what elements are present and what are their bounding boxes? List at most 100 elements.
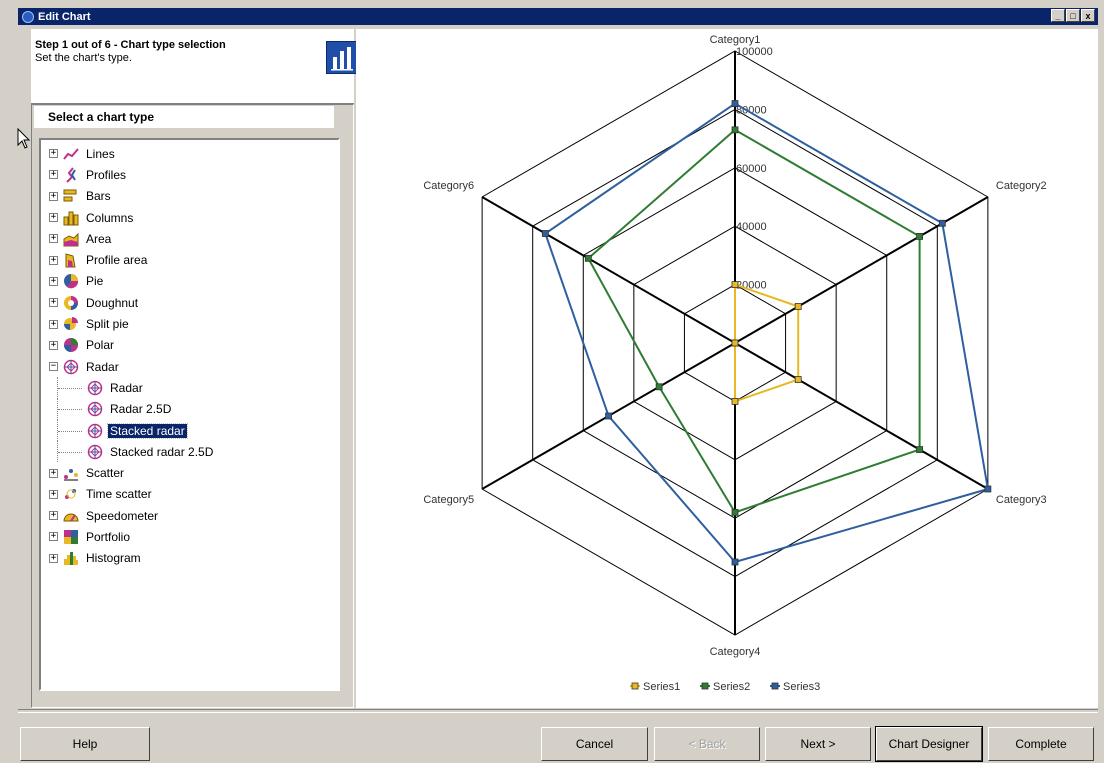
tree-child-item[interactable]: Stacked radar <box>45 419 338 442</box>
step-subtitle: Set the chart's type. <box>35 52 132 64</box>
help-button[interactable]: Help <box>20 727 150 761</box>
expand-icon[interactable]: + <box>49 319 58 329</box>
expand-icon[interactable]: + <box>49 191 58 201</box>
tree-item-label: Portfolio <box>86 529 131 544</box>
axis-spoke <box>734 342 989 490</box>
tree-item[interactable]: + Area <box>45 228 338 249</box>
bars-icon <box>63 188 79 204</box>
expand-icon[interactable]: + <box>49 255 58 265</box>
tree-item[interactable]: + Profiles <box>45 164 338 185</box>
complete-button[interactable]: Complete <box>988 727 1094 761</box>
tree-item[interactable]: + Pie <box>45 271 338 292</box>
profiles-icon <box>63 167 79 183</box>
expand-icon[interactable]: + <box>49 511 58 521</box>
tree-item[interactable]: + Columns <box>45 207 338 228</box>
series-point <box>731 558 739 566</box>
tree-item-label: Stacked radar 2.5D <box>110 444 214 459</box>
expand-icon[interactable]: + <box>49 340 58 350</box>
tree-item-label: Scatter <box>86 466 125 481</box>
tree-item-label: Stacked radar <box>107 422 188 439</box>
series-line <box>734 283 800 403</box>
tree-item[interactable]: + Time scatter <box>45 484 338 505</box>
category-label: Category2 <box>996 180 1047 192</box>
tick-label: 40000 <box>736 221 767 233</box>
category-label: Category1 <box>710 34 761 46</box>
tree-item-label: Area <box>86 231 112 246</box>
pie-icon <box>63 273 79 289</box>
category-label: Category5 <box>423 494 474 506</box>
expand-icon[interactable]: + <box>49 213 58 223</box>
tree-child-item[interactable]: Radar 2.5D <box>45 398 338 420</box>
time-scatter-icon <box>63 486 79 502</box>
series-point <box>794 303 802 310</box>
portfolio-icon <box>63 529 79 545</box>
step-title: Step 1 out of 6 - Chart type selection <box>35 39 226 51</box>
legend-marker <box>771 682 779 690</box>
tree-item[interactable]: − Radar <box>45 356 338 377</box>
chart-preview: 20000 40000 60000 80000 100000 Category1 Categ… <box>356 29 1098 708</box>
tree-item[interactable]: + Portfolio <box>45 526 338 547</box>
series-point <box>916 233 924 240</box>
split-pie-icon <box>63 316 79 332</box>
category-label: Category4 <box>710 646 761 658</box>
expand-icon[interactable]: + <box>49 532 58 542</box>
radar-icon <box>87 380 103 396</box>
tree-item[interactable]: + Polar <box>45 335 338 356</box>
legend-label: Series2 <box>713 681 750 693</box>
series-point <box>584 254 592 262</box>
series-point <box>731 508 739 516</box>
tree-connector-line <box>58 430 82 432</box>
radar-icon <box>87 401 103 417</box>
tree-item[interactable]: + Split pie <box>45 313 338 334</box>
minimize-button[interactable]: _ <box>1051 9 1065 22</box>
cancel-button[interactable]: Cancel <box>541 727 648 761</box>
chart-type-tree[interactable]: + Lines + Profiles + Bars + Columns + Area + Profil… <box>39 138 340 691</box>
tree-connector-line <box>58 451 82 453</box>
expand-icon[interactable]: + <box>49 489 58 499</box>
series-point <box>541 230 549 237</box>
tree-item[interactable]: + Scatter <box>45 462 338 483</box>
speedometer-icon <box>63 508 79 524</box>
next-button[interactable]: Next > <box>765 727 871 761</box>
tree-item-label: Radar 2.5D <box>110 402 172 417</box>
expand-icon[interactable]: + <box>49 149 58 159</box>
tree-child-item[interactable]: Stacked radar 2.5D <box>45 441 338 463</box>
collapse-icon[interactable]: − <box>49 362 58 372</box>
tick-label: 100000 <box>736 46 773 58</box>
maximize-button[interactable]: □ <box>1066 9 1080 22</box>
tree-item-label: Histogram <box>86 551 141 566</box>
tree-item[interactable]: + Profile area <box>45 249 338 270</box>
expand-icon[interactable]: + <box>49 468 58 478</box>
step-header: Step 1 out of 6 - Chart type selection S… <box>31 29 357 104</box>
tree-item[interactable]: + Doughnut <box>45 292 338 313</box>
series-point <box>655 383 663 391</box>
tree-item[interactable]: + Bars <box>45 186 338 207</box>
close-button[interactable]: x <box>1081 9 1095 22</box>
category-label: Category6 <box>423 180 474 192</box>
series-point <box>731 339 739 347</box>
chart-designer-button[interactable]: Chart Designer <box>875 726 983 762</box>
series-point <box>731 100 739 107</box>
histogram-icon <box>63 550 79 566</box>
back-button[interactable]: < Back <box>654 727 760 761</box>
tree-item[interactable]: + Speedometer <box>45 505 338 526</box>
series-point <box>731 397 739 405</box>
tree-child-item[interactable]: Radar <box>45 377 338 399</box>
tree-item-label: Lines <box>86 146 115 161</box>
expand-icon[interactable]: + <box>49 298 58 308</box>
profile-area-icon <box>63 252 79 268</box>
legend-label: Series3 <box>783 681 820 693</box>
window-titlebar: Edit Chart _ □ x <box>18 8 1098 25</box>
columns-icon <box>63 210 79 226</box>
button-separator <box>18 709 1098 713</box>
tree-item-label: Radar <box>86 359 119 374</box>
expand-icon[interactable]: + <box>49 276 58 286</box>
expand-icon[interactable]: + <box>49 234 58 244</box>
tree-item-label: Profiles <box>86 167 127 182</box>
tree-item[interactable]: + Histogram <box>45 548 338 569</box>
expand-icon[interactable]: + <box>49 170 58 180</box>
series-point <box>794 376 802 383</box>
tree-item[interactable]: + Lines <box>45 143 338 164</box>
expand-icon[interactable]: + <box>49 553 58 563</box>
axis-spoke <box>481 196 736 344</box>
